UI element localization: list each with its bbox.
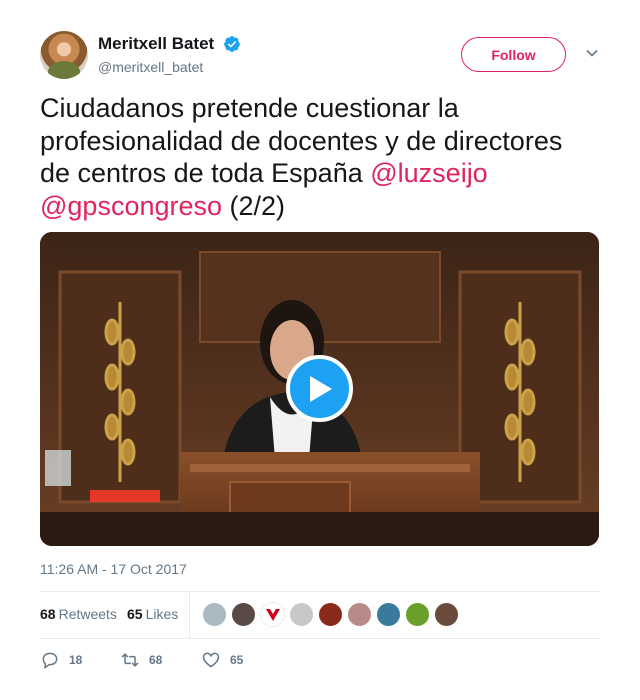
heart-icon — [202, 652, 220, 668]
play-button[interactable] — [286, 355, 353, 422]
avatar[interactable] — [376, 602, 401, 627]
avatar[interactable] — [405, 602, 430, 627]
mention-link-gpscongreso[interactable]: @gpscongreso — [40, 191, 222, 221]
reply-icon — [42, 652, 58, 670]
mention-link-luzseijo[interactable]: @luzseijo — [370, 158, 487, 188]
likes-count: 65 — [127, 606, 143, 622]
tweet-text: Ciudadanos pretende cuestionar la profes… — [40, 92, 600, 222]
avatar[interactable] — [347, 602, 372, 627]
tweet-text-line: de centros de toda España @luzseijo — [40, 157, 600, 190]
retweets-stat[interactable]: 68 Retweets — [40, 606, 117, 622]
divider — [40, 638, 600, 639]
tweet-text-line: Ciudadanos pretende cuestionar la — [40, 93, 459, 123]
avatar[interactable] — [289, 602, 314, 627]
retweet-count: 68 — [149, 653, 163, 667]
verified-badge-icon — [223, 36, 240, 52]
likes-label: Likes — [145, 606, 179, 622]
tweet-text-fragment: (2/2) — [222, 190, 286, 221]
tweet-text-line: @gpscongreso (2/2) — [40, 190, 600, 223]
author-handle[interactable]: @meritxell_batet — [98, 59, 203, 75]
author-name-wrap: Meritxell Batet — [98, 34, 241, 54]
author-avatar[interactable] — [40, 31, 88, 79]
avatar[interactable] — [202, 602, 227, 627]
chevron-down-icon[interactable] — [585, 46, 599, 60]
tweet-stats: 68 Retweets 65 Likes — [40, 592, 600, 638]
like-button[interactable]: 65 — [201, 650, 243, 670]
follow-button[interactable]: Follow — [461, 37, 566, 72]
avatar[interactable] — [260, 602, 285, 627]
avatar[interactable] — [434, 602, 459, 627]
avatar[interactable] — [318, 602, 343, 627]
reply-count: 18 — [69, 653, 83, 667]
reply-button[interactable]: 18 — [40, 650, 82, 670]
tweet-text-fragment: de centros de toda España — [40, 158, 371, 188]
play-icon — [309, 375, 332, 402]
avatar[interactable] — [231, 602, 256, 627]
logo-icon — [266, 609, 280, 621]
likes-stat[interactable]: 65 Likes — [127, 606, 178, 622]
tweet-actions: 18 68 65 — [40, 650, 600, 674]
retweets-count: 68 — [40, 606, 56, 622]
stats-separator — [189, 592, 190, 638]
retweets-label: Retweets — [58, 606, 117, 622]
retweet-button[interactable]: 68 — [120, 650, 162, 670]
like-count: 65 — [230, 653, 244, 667]
author-name[interactable]: Meritxell Batet — [98, 34, 214, 54]
tweet-text-line: profesionalidad de docentes y de directo… — [40, 125, 563, 156]
tweet-timestamp[interactable]: 11:26 AM - 17 Oct 2017 — [40, 561, 187, 577]
retweet-icon — [121, 653, 139, 667]
tweet-header: Meritxell Batet @meritxell_batet Follow — [40, 31, 600, 81]
